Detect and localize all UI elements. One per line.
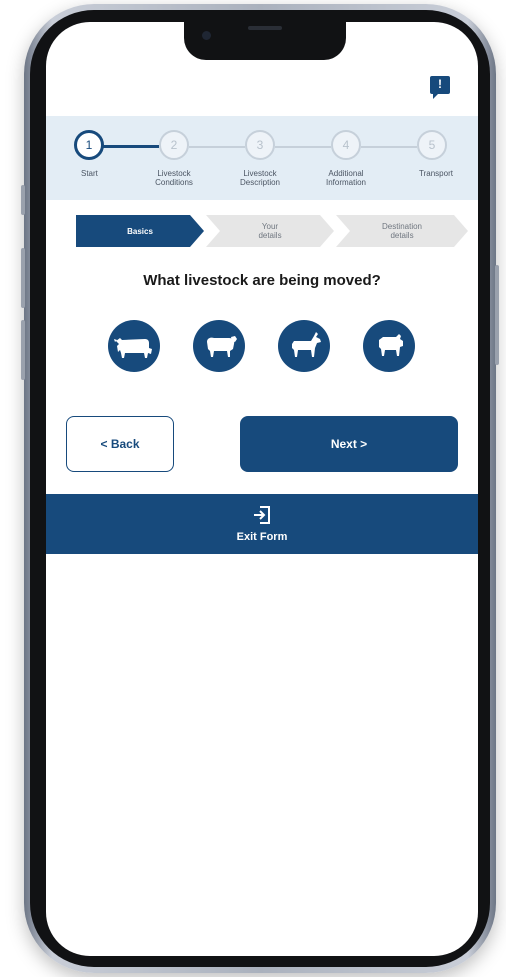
back-button-label: < Back [100,437,140,451]
substep-your-details[interactable]: Your details [206,215,334,247]
earpiece-speaker [248,26,282,30]
substep-basics-label: Basics [127,226,153,236]
exit-form-label: Exit Form [236,531,288,543]
stepper-connector-4 [361,146,417,148]
stepper-connector-2 [189,146,245,148]
pig-icon [379,334,403,356]
substep-your-details-label: Your details [258,222,282,240]
substep-destination-details[interactable]: Destination details [336,215,468,247]
front-camera [202,31,211,40]
next-button[interactable]: Next > [240,416,458,472]
substep-destination-details-label: Destination details [381,222,423,240]
stepper-connector-3 [275,146,331,148]
step-1-circle[interactable]: 1 [74,130,104,160]
step-5-label: Transport [419,169,453,178]
sheep-option-button[interactable] [193,320,245,372]
step-2-circle[interactable]: 2 [159,130,189,160]
progress-stepper: 1 2 3 4 5 Start Livestock Conditions Liv… [46,116,478,200]
goat-option-button[interactable] [278,320,330,372]
phone-mute-switch [21,185,25,215]
step-3-label: Livestock Description [239,169,280,187]
exit-form-button[interactable]: Exit Form [46,494,478,554]
step-1-label: Start [81,169,98,178]
phone-notch [184,22,346,60]
cattle-option-button[interactable] [108,320,160,372]
phone-power-button [495,265,499,365]
step-4-label: Additional Information [325,169,367,187]
cattle-icon [114,338,152,358]
question-heading: What livestock are being moved? [143,272,381,289]
pig-option-button[interactable] [363,320,415,372]
phone-volume-up [21,248,25,308]
substep-basics[interactable]: Basics [76,215,204,247]
exit-icon [254,506,270,524]
sheep-icon [207,336,237,357]
step-5-circle[interactable]: 5 [417,130,447,160]
phone-volume-down [21,320,25,380]
feedback-button[interactable]: ! [430,76,450,99]
substep-breadcrumb: Basics Your details Destination details [76,215,468,247]
step-2-label: Livestock Conditions [155,169,193,187]
step-3-circle[interactable]: 3 [245,130,275,160]
app-screen: ! 1 2 3 4 5 Start Livestock Conditions L… [46,22,478,956]
goat-icon [292,332,321,357]
step-4-circle[interactable]: 4 [331,130,361,160]
next-button-label: Next > [330,437,368,451]
feedback-icon: ! [438,77,442,91]
back-button[interactable]: < Back [66,416,174,472]
